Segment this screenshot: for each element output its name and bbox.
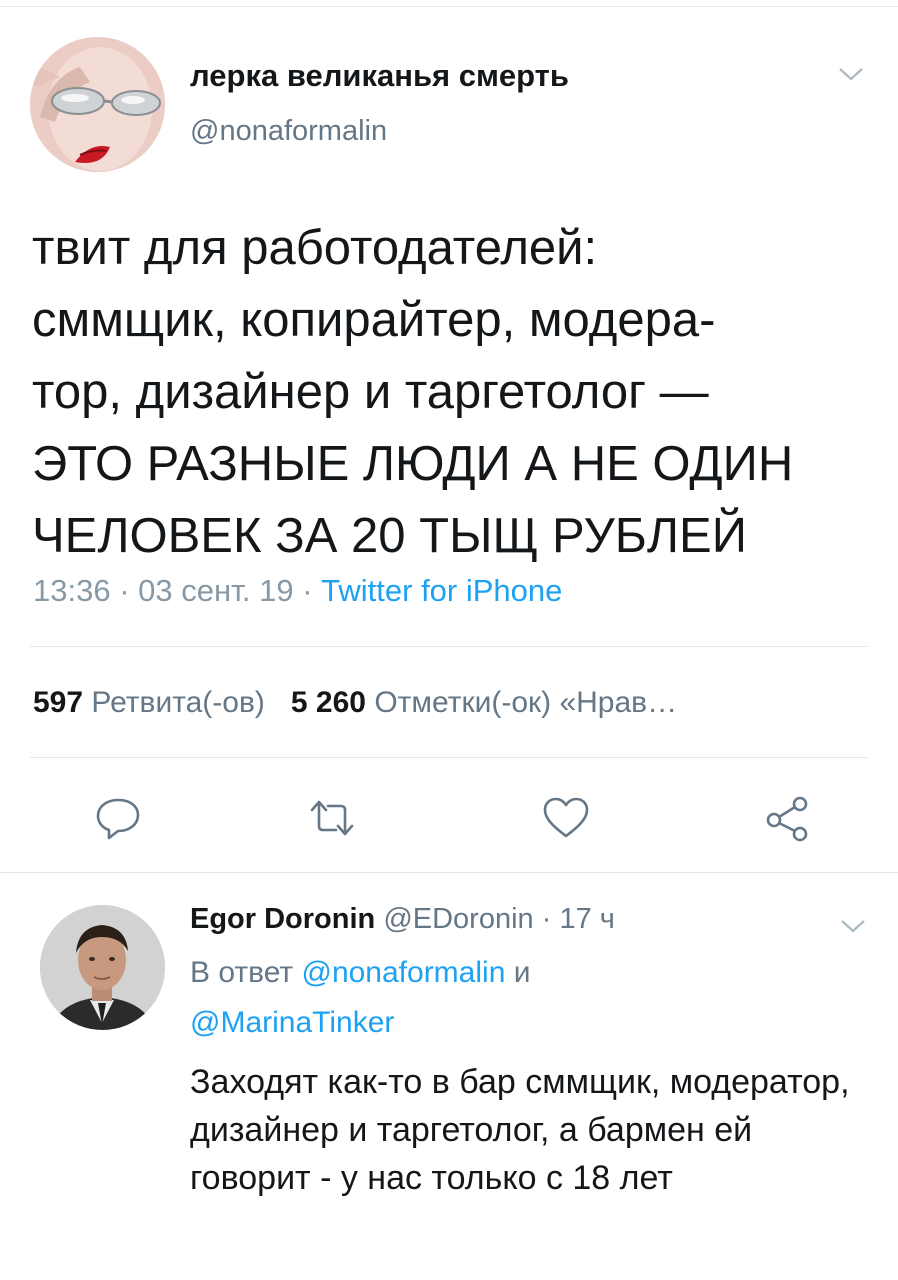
author-handle[interactable]: @nonaformalin: [190, 115, 387, 148]
tweet-time: 13:36: [33, 573, 111, 608]
reply-icon[interactable]: [92, 792, 144, 844]
meta-dot: ·: [541, 903, 552, 935]
divider: [30, 757, 868, 758]
heart-icon[interactable]: [540, 792, 592, 844]
tweet-text-line: ЧЕЛОВЕК ЗА 20 ТЫЩ РУБЛЕЙ: [32, 509, 747, 563]
tweet-text: твит для работодателей: сммщик, копирайт…: [32, 212, 872, 572]
retweets-count: 597: [33, 686, 84, 719]
reply-text: Заходят как-то в бар сммщик, модератор, …: [190, 1063, 850, 1197]
reply-to-link[interactable]: @MarinaTinker: [190, 1006, 394, 1039]
retweets-label: Ретвита(-ов): [91, 686, 265, 719]
likes-count: 5 260: [290, 686, 366, 719]
reply-author-name[interactable]: Egor Doronin: [190, 903, 375, 935]
author-avatar[interactable]: [30, 37, 165, 172]
meta-dot: ·: [302, 573, 313, 608]
top-edge: [0, 0, 898, 7]
author-name[interactable]: лерка великанья смерть: [190, 58, 569, 94]
retweet-icon[interactable]: [306, 792, 358, 844]
tweet-source-link[interactable]: Twitter for iPhone: [321, 573, 562, 608]
tweet-separator: [0, 872, 898, 873]
tweet-text-line: твит для работодателей:: [32, 221, 598, 275]
tweet-text-line: ЭТО РАЗНЫЕ ЛЮДИ А НЕ ОДИН: [32, 437, 794, 491]
meta-dot: ·: [119, 573, 130, 608]
tweet-stats: 597 Ретвита(-ов) 5 260 Отметки(-ок) «Нрав…: [33, 686, 677, 720]
reply-time: 17 ч: [559, 903, 615, 935]
chevron-down-icon[interactable]: [836, 64, 866, 84]
reply-and: и: [513, 956, 531, 989]
likes-label: Отметки(-ок) «Нрав…: [374, 686, 678, 719]
tweet-text-line: тор, дизайнер и таргетолог —: [32, 365, 709, 419]
reply-author-handle[interactable]: @EDoronin: [383, 903, 533, 935]
share-icon[interactable]: [762, 792, 814, 844]
reply-prefix: В ответ: [190, 956, 294, 989]
tweet-text-line: сммщик, копирайтер, модера-: [32, 293, 716, 347]
divider: [30, 646, 868, 647]
likes-stat[interactable]: 5 260 Отметки(-ок) «Нрав…: [291, 686, 677, 719]
reply-header: Egor Doronin @EDoronin · 17 ч: [190, 903, 615, 936]
chevron-down-icon[interactable]: [838, 916, 868, 936]
reply-to-line: В ответ @nonaformalin и: [190, 956, 531, 990]
tweet-date: 03 сент. 19: [138, 573, 294, 608]
tweet-meta: 13:36 · 03 сент. 19 · Twitter for iPhone: [33, 573, 562, 609]
reply-author-avatar[interactable]: [40, 905, 165, 1030]
reply-to-line-2: @MarinaTinker: [190, 1006, 394, 1040]
retweets-stat[interactable]: 597 Ретвита(-ов): [33, 686, 265, 719]
reply-to-link[interactable]: @nonaformalin: [301, 956, 505, 989]
